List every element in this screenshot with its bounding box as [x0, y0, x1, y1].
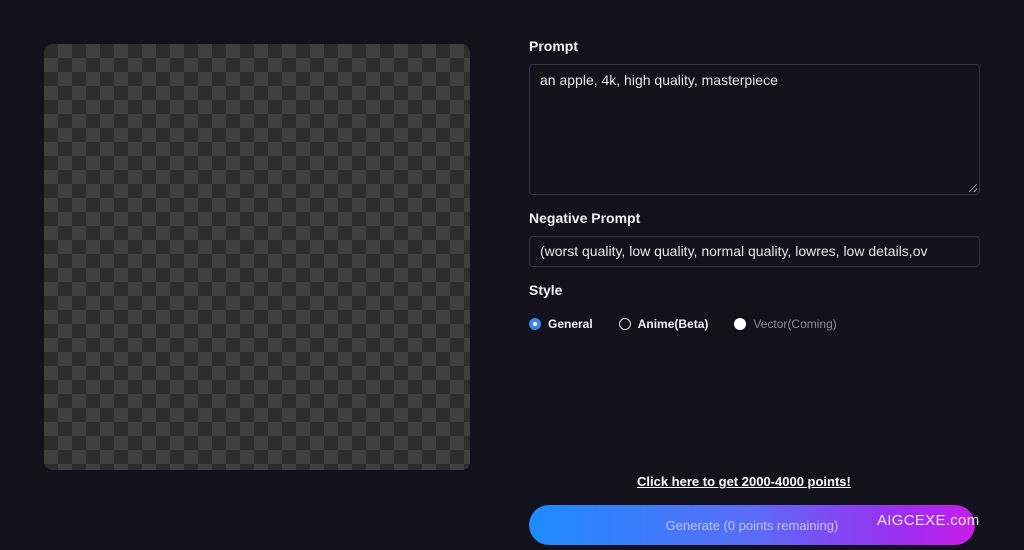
- style-option-label: Vector(Coming): [753, 317, 837, 331]
- prompt-text: an apple, 4k, high quality, masterpiece: [540, 72, 778, 88]
- generate-button-label: Generate (0 points remaining): [665, 517, 839, 533]
- generation-form: Prompt an apple, 4k, high quality, maste…: [529, 0, 980, 550]
- negative-prompt-input[interactable]: (worst quality, low quality, normal qual…: [529, 236, 980, 267]
- page: Prompt an apple, 4k, high quality, maste…: [0, 0, 1024, 550]
- watermark-text: AIGCEXE.com: [877, 512, 980, 529]
- radio-unchecked-icon[interactable]: [618, 318, 631, 330]
- negative-prompt-label: Negative Prompt: [529, 210, 641, 226]
- negative-prompt-text: (worst quality, low quality, normal qual…: [540, 243, 928, 259]
- get-points-link[interactable]: Click here to get 2000-4000 points!: [637, 474, 851, 489]
- prompt-label: Prompt: [529, 38, 578, 54]
- style-radio-group: General Anime(Beta) Vector(Coming): [529, 316, 863, 332]
- style-option-label: Anime(Beta): [637, 317, 709, 331]
- image-preview-canvas: [44, 44, 470, 470]
- resize-handle-icon[interactable]: [969, 184, 977, 192]
- radio-checked-icon[interactable]: [529, 318, 541, 330]
- style-option-general[interactable]: General: [529, 317, 593, 331]
- radio-disabled-icon: [734, 318, 747, 330]
- style-option-vector: Vector(Coming): [734, 317, 837, 331]
- style-option-label: General: [548, 317, 593, 331]
- style-label: Style: [529, 282, 563, 298]
- style-option-anime[interactable]: Anime(Beta): [618, 317, 709, 331]
- prompt-textarea[interactable]: an apple, 4k, high quality, masterpiece: [529, 64, 980, 195]
